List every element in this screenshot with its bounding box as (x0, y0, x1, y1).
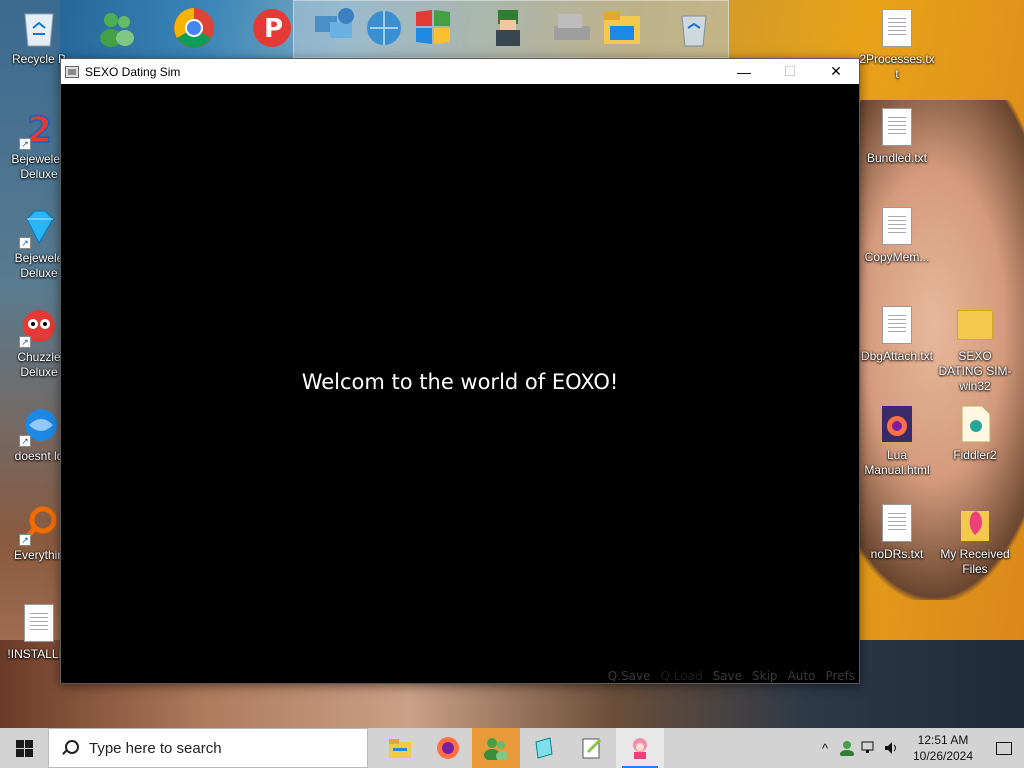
start-button[interactable] (0, 728, 48, 768)
chrome-shortcut-icon[interactable] (172, 6, 216, 50)
taskbar-search-box[interactable]: Type here to search (48, 728, 368, 768)
folder-icon (955, 305, 995, 345)
taskbar-firefox[interactable] (424, 728, 472, 768)
pixel-character-icon[interactable] (486, 6, 530, 50)
windows-security-icon[interactable] (410, 6, 454, 50)
text-file-icon (877, 107, 917, 147)
shortcut-arrow-icon: ↗ (19, 237, 31, 249)
desktop-icon-received-files[interactable]: My Received Files (936, 503, 1014, 577)
minimize-button[interactable]: — (721, 59, 767, 84)
file-explorer-shortcut-icon[interactable] (600, 6, 644, 50)
window-titlebar[interactable]: SEXO Dating Sim — ☐ ✕ (61, 59, 859, 84)
bejeweled-gem-icon: ↗ (19, 207, 59, 249)
globe-icon[interactable] (362, 6, 406, 50)
received-files-icon (955, 503, 995, 543)
app-window-icon (65, 65, 79, 78)
desktop-icon-label: Lua Manual.html (864, 448, 930, 477)
desktop-icon-label: My Received Files (940, 547, 1010, 576)
recycle-bin-icon (19, 8, 59, 48)
firefox-html-icon (877, 404, 917, 444)
taskbar-notepad-plus[interactable] (568, 728, 616, 768)
save-button[interactable]: Save (713, 669, 742, 683)
taskbar-file-explorer[interactable] (376, 728, 424, 768)
taskbar-messenger[interactable] (472, 728, 520, 768)
firefox-icon (437, 737, 459, 759)
svg-text:P: P (264, 14, 283, 44)
desktop-icon-label: Fiddler2 (953, 448, 997, 462)
desktop-icon-fiddler2[interactable]: Fiddler2 (936, 404, 1014, 463)
close-button[interactable]: ✕ (813, 59, 859, 84)
clock-date: 10/26/2024 (912, 749, 974, 763)
user-tray-icon[interactable] (836, 728, 858, 768)
window-title: SEXO Dating Sim (85, 64, 181, 79)
taskbar-apps (376, 728, 664, 768)
tray-chevron-icon[interactable]: ^ (814, 728, 836, 768)
clock-time: 12:51 AM (917, 733, 969, 747)
p-app-shortcut-icon[interactable]: P (250, 6, 294, 50)
search-icon (61, 740, 79, 756)
notepad-plus-icon (582, 738, 602, 759)
fiddler-icon (955, 404, 995, 444)
text-file-icon (877, 206, 917, 246)
desktop-icon-label: noDRs.txt (870, 547, 924, 561)
quick-save-button[interactable]: Q.Save (608, 669, 651, 683)
text-file-icon (19, 603, 59, 643)
text-file-icon (877, 8, 917, 48)
file-explorer-icon (389, 739, 411, 758)
dating-sim-icon (633, 738, 647, 759)
volume-icon[interactable] (880, 728, 902, 768)
auto-button[interactable]: Auto (788, 669, 816, 683)
desktop-icon-nodrs[interactable]: noDRs.txt (858, 503, 936, 562)
desktop-icon-label: 2Processes.txt (859, 52, 935, 81)
recycle-bin-top-icon[interactable] (672, 6, 716, 50)
shortcut-arrow-icon: ↗ (19, 534, 31, 546)
desktop-icon-copymem[interactable]: CopyMem... (858, 206, 936, 265)
dialogue-text: Welcom to the world of EOXO! (301, 370, 619, 394)
desktop-icon-dbgattach[interactable]: DbgAttach.txt (858, 305, 936, 364)
shortcut-arrow-icon: ↗ (19, 138, 31, 150)
search-placeholder: Type here to search (89, 739, 222, 757)
text-file-icon (877, 503, 917, 543)
bejeweled2-icon: 2 ↗ (19, 108, 59, 150)
taskbar-dating-sim[interactable] (616, 728, 664, 768)
shortcut-arrow-icon: ↗ (19, 336, 31, 348)
notification-icon (996, 741, 1012, 755)
desktop-icon-label: Bundled.txt (866, 151, 928, 165)
desktop-icon-label: DbgAttach.txt (860, 349, 934, 363)
chuzzle-icon: ↗ (19, 306, 59, 348)
desktop-icon-lua-manual[interactable]: Lua Manual.html (858, 404, 936, 478)
desktop-icon-label: SEXO DATING SIM-win32 (938, 349, 1012, 393)
messenger-icon (484, 738, 508, 760)
taskbar: Type here to search ^ 12:51 AM 10/26/202… (0, 728, 1024, 768)
drive-icon[interactable] (550, 6, 594, 50)
quick-load-button[interactable]: Q.Load (661, 669, 703, 683)
everything-search-icon: ↗ (19, 504, 59, 546)
notification-center-button[interactable] (984, 728, 1024, 768)
desktop-icon-label: CopyMem... (864, 250, 930, 264)
system-tray: ^ 12:51 AM 10/26/2024 (814, 728, 1024, 768)
text-file-icon (877, 305, 917, 345)
taskbar-clock[interactable]: 12:51 AM 10/26/2024 (902, 732, 984, 764)
messenger-shortcut-icon[interactable] (95, 6, 139, 50)
desktop-icon-sexo-folder[interactable]: SEXO DATING SIM-win32 (936, 305, 1014, 394)
desktop-icon-2processes[interactable]: 2Processes.txt (858, 8, 936, 82)
network-icon[interactable] (858, 728, 880, 768)
windows-logo-icon (15, 739, 33, 757)
maximize-button: ☐ (783, 63, 797, 79)
taskbar-notepad[interactable] (520, 728, 568, 768)
thunderbird-icon: ↗ (19, 405, 59, 447)
shortcut-arrow-icon: ↗ (19, 435, 31, 447)
skip-button[interactable]: Skip (752, 669, 778, 683)
notepad-icon (535, 737, 553, 759)
network-computers-icon[interactable] (312, 6, 356, 50)
quick-menu: Q.Save Q.Load Save Skip Auto Prefs (608, 669, 855, 683)
desktop-icon-bundled[interactable]: Bundled.txt (858, 107, 936, 166)
game-canvas[interactable]: Welcom to the world of EOXO! Q.Save Q.Lo… (61, 84, 859, 683)
prefs-button[interactable]: Prefs (825, 669, 855, 683)
window-controls: — ☐ ✕ (721, 59, 859, 84)
game-window: SEXO Dating Sim — ☐ ✕ Welcom to the worl… (60, 58, 860, 684)
